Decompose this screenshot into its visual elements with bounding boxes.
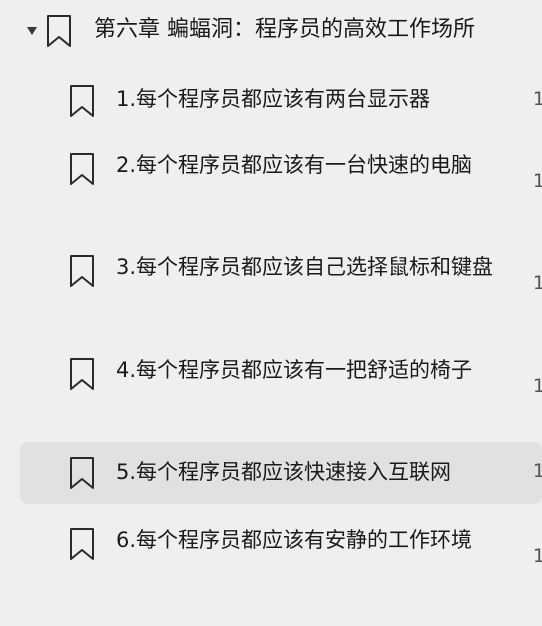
toc-item-1[interactable]: 1.每个程序员都应该有两台显示器 1 xyxy=(20,76,542,124)
bookmark-icon[interactable] xyxy=(69,152,95,186)
chapter-row[interactable]: 第六章 蝙蝠洞：程序员的高效工作场所 xyxy=(0,0,542,62)
toc-item-title: 6.每个程序员都应该有安静的工作环境 xyxy=(116,528,473,552)
page-number: 1 xyxy=(532,460,542,482)
toc-item-6[interactable]: 6.每个程序员都应该有安静的工作环境 1 xyxy=(20,517,542,599)
page-number: 1 xyxy=(532,170,542,192)
page-number: 1 xyxy=(532,545,542,567)
bookmark-icon[interactable] xyxy=(69,357,95,391)
triangle-down-icon[interactable] xyxy=(27,27,37,35)
toc-item-4[interactable]: 4.每个程序员都应该有一把舒适的椅子 1 xyxy=(20,345,542,427)
page-number: 1 xyxy=(532,272,542,294)
toc-item-3[interactable]: 3.每个程序员都应该自己选择鼠标和键盘 1 xyxy=(20,242,542,324)
toc-item-5[interactable]: 5.每个程序员都应该快速接入互联网 1 xyxy=(20,442,542,504)
chapter-title: 第六章 蝙蝠洞：程序员的高效工作场所 xyxy=(94,17,475,42)
toc-item-title: 3.每个程序员都应该自己选择鼠标和键盘 xyxy=(116,255,494,279)
toc-item-title: 1.每个程序员都应该有两台显示器 xyxy=(116,87,431,111)
page-number: 1 xyxy=(532,375,542,397)
table-of-contents: 第六章 蝙蝠洞：程序员的高效工作场所 1.每个程序员都应该有两台显示器 1 2.… xyxy=(0,0,542,626)
bookmark-icon[interactable] xyxy=(69,84,95,118)
bookmark-icon[interactable] xyxy=(46,14,72,48)
toc-item-title: 5.每个程序员都应该快速接入互联网 xyxy=(116,460,452,484)
toc-item-title: 2.每个程序员都应该有一台快速的电脑 xyxy=(116,153,473,177)
bookmark-icon[interactable] xyxy=(69,527,95,561)
bookmark-icon[interactable] xyxy=(69,254,95,288)
toc-item-title: 4.每个程序员都应该有一把舒适的椅子 xyxy=(116,358,473,382)
bookmark-icon[interactable] xyxy=(69,456,95,490)
toc-item-2[interactable]: 2.每个程序员都应该有一台快速的电脑 1 xyxy=(20,140,542,222)
page-number: 1 xyxy=(532,88,542,110)
